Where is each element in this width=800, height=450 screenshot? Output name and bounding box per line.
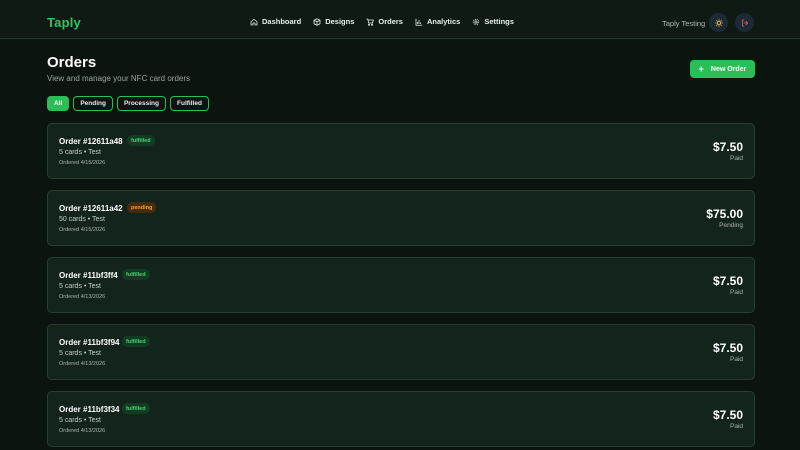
plus-icon: + [698,63,704,74]
order-price: $75.00 [706,207,743,221]
order-card[interactable]: Order #12611a42 pending 50 cards • Test … [47,190,755,246]
order-description: 5 cards • Test [59,350,102,357]
nav-item-dashboard[interactable]: Dashboard [250,17,301,26]
nav-item-label: Settings [484,17,514,26]
order-price: $7.50 [712,408,743,422]
main-nav: Dashboard Designs Orders Analytics Setti… [250,17,514,26]
status-badge: fulfilled [127,135,155,146]
logout-button[interactable] [735,13,754,32]
status-badge: fulfilled [122,269,150,280]
brand-logo[interactable]: Taply [47,15,81,30]
logout-icon [741,19,748,26]
home-icon [250,18,258,25]
nav-item-label: Orders [378,17,403,26]
nav-item-label: Designs [325,17,355,26]
payment-status: Paid [729,423,743,430]
theme-toggle-button[interactable] [709,13,728,32]
order-price: $7.50 [712,274,743,288]
order-description: 5 cards • Test [59,283,102,290]
order-date: Ordered 4/15/2026 [59,160,106,166]
order-card[interactable]: Order #12611a48 fulfilled 5 cards • Test… [47,123,755,179]
filter-pending-button[interactable]: Pending [73,96,113,111]
order-description: 5 cards • Test [59,417,102,424]
payment-status: Pending [719,222,743,229]
status-badge: fulfilled [122,336,150,347]
top-navbar: Taply Dashboard Designs Orders Analytics… [0,0,800,39]
nav-item-settings[interactable]: Settings [472,17,514,26]
order-description: 50 cards • Test [59,216,105,223]
filter-all-button[interactable]: All [47,96,70,111]
order-date: Ordered 4/13/2026 [59,294,106,300]
order-id: Order #11bf3ff4 [59,271,118,280]
order-date: Ordered 4/13/2026 [59,428,106,434]
order-card[interactable]: Order #11bf3f94 fulfilled 5 cards • Test… [47,324,755,380]
filter-fulfilled-button[interactable]: Fulfilled [170,96,209,111]
order-card[interactable]: Order #11bf3ff4 fulfilled 5 cards • Test… [47,257,755,313]
sun-icon [714,18,723,27]
new-order-button[interactable]: + New Order [690,60,755,78]
cube-icon [313,17,321,26]
payment-status: Paid [729,155,743,162]
page-subtitle: View and manage your NFC card orders [47,74,191,83]
page-title: Orders [47,54,97,71]
order-date: Ordered 4/15/2026 [59,227,106,233]
status-badge: pending [127,202,157,213]
status-badge: fulfilled [122,403,150,414]
order-price: $7.50 [712,140,743,154]
order-date: Ordered 4/13/2026 [59,361,106,367]
bar-chart-icon [415,18,423,26]
order-description: 5 cards • Test [59,149,102,156]
user-name: Taply Testing [662,19,706,28]
nav-item-label: Analytics [426,17,461,26]
new-order-label: New Order [710,65,747,73]
payment-status: Paid [729,356,743,363]
nav-item-label: Dashboard [262,17,302,26]
nav-item-analytics[interactable]: Analytics [415,17,460,26]
order-card[interactable]: Order #11bf3f34 fulfilled 5 cards • Test… [47,391,755,447]
order-id: Order #12611a48 [59,137,123,146]
gear-icon [473,18,480,25]
cart-icon [366,18,375,26]
nav-item-orders[interactable]: Orders [366,17,403,26]
order-id: Order #11bf3f34 [59,405,120,414]
order-id: Order #11bf3f94 [59,338,120,347]
nav-item-designs[interactable]: Designs [313,17,354,26]
filter-processing-button[interactable]: Processing [116,96,166,111]
payment-status: Paid [729,289,743,296]
order-price: $7.50 [712,341,743,355]
order-id: Order #12611a42 [59,204,123,213]
status-filter-group: All Pending Processing Fulfilled [47,96,209,111]
